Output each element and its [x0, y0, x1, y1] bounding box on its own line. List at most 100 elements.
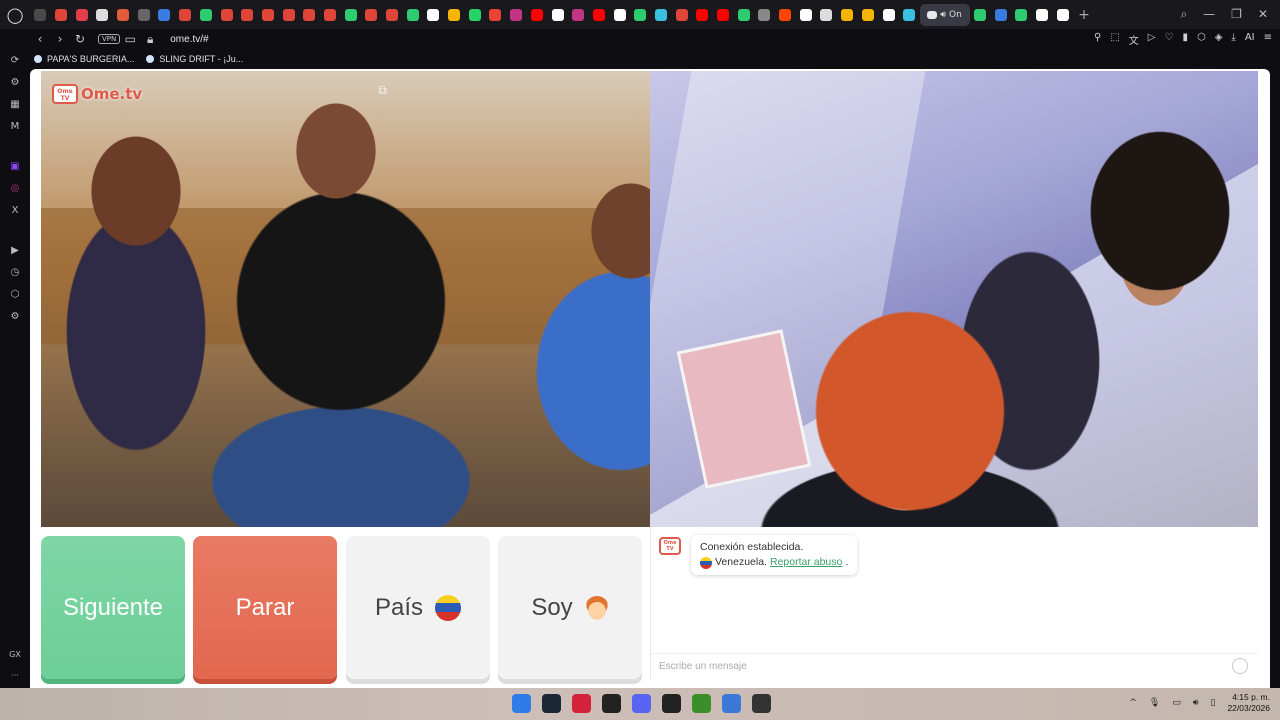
minecraft-icon[interactable]	[692, 694, 711, 713]
tab-icon-47[interactable]	[1032, 4, 1053, 26]
emoji-icon[interactable]	[1232, 658, 1248, 674]
tab-icon-11[interactable]	[237, 4, 258, 26]
tab-icon-38[interactable]	[795, 4, 816, 26]
tab-search-icon[interactable]: ⌕	[1180, 7, 1187, 22]
tab-icon-45[interactable]	[990, 4, 1011, 26]
steam-icon[interactable]	[542, 694, 561, 713]
more-icon[interactable]: ···	[11, 671, 19, 680]
camera-icon[interactable]: ▭	[120, 32, 140, 46]
tab-icon-1[interactable]	[30, 4, 51, 26]
download-icon[interactable]: ⤓	[1231, 32, 1235, 47]
app-icon-2[interactable]	[722, 694, 741, 713]
cube-icon[interactable]: ◈	[1215, 32, 1223, 47]
tab-icon-20[interactable]	[423, 4, 444, 26]
tab-icon-36[interactable]	[754, 4, 775, 26]
tab-icon-41[interactable]	[858, 4, 879, 26]
pin-icon[interactable]: ⚲	[1094, 32, 1101, 47]
tab-icon-3[interactable]	[71, 4, 92, 26]
tab-icon-2[interactable]	[51, 4, 72, 26]
tab-icon-33[interactable]	[692, 4, 713, 26]
tab-icon-18[interactable]	[382, 4, 403, 26]
extensions-icon[interactable]: ⬡	[1197, 32, 1206, 47]
snapshot-icon[interactable]: ⬚	[1110, 32, 1119, 47]
back-button[interactable]: ‹	[30, 32, 50, 46]
ome-tv-logo[interactable]: Ome TV Ome.tv	[52, 84, 142, 104]
messenger-icon[interactable]: M	[8, 120, 22, 132]
tab-icon-27[interactable]	[568, 4, 589, 26]
extensions-icon[interactable]: ⬡	[8, 288, 22, 300]
epic-games-icon[interactable]	[602, 694, 621, 713]
tab-icon-12[interactable]	[258, 4, 279, 26]
message-input[interactable]: Escribe un mensaje	[651, 653, 1258, 679]
tab-icon-24[interactable]	[506, 4, 527, 26]
tab-icon-13[interactable]	[278, 4, 299, 26]
windows-start-icon[interactable]	[512, 694, 531, 713]
tab-icon-39[interactable]	[816, 4, 837, 26]
gx-corner-icon[interactable]: ▦	[8, 98, 22, 110]
gx-control-icon[interactable]: ⚙	[8, 76, 22, 88]
active-tab[interactable]: 🔊︎ On	[919, 3, 970, 26]
minimize-button[interactable]: —	[1203, 7, 1215, 22]
wallet-icon[interactable]: ▮	[1182, 32, 1188, 47]
aria-ai-button[interactable]: AI	[1245, 32, 1255, 47]
x-twitter-icon[interactable]: X	[8, 204, 22, 216]
next-button[interactable]: Siguiente	[41, 536, 185, 679]
network-icon[interactable]: ▭	[1172, 698, 1181, 708]
clock[interactable]: 4:15 p. m. 22/03/2026	[1227, 692, 1270, 714]
tab-icon-19[interactable]	[402, 4, 423, 26]
tab-icon-25[interactable]	[527, 4, 548, 26]
tab-icon-35[interactable]	[733, 4, 754, 26]
translate-icon[interactable]: 文	[1129, 32, 1139, 47]
reload-button[interactable]: ↻	[70, 32, 90, 46]
tab-icon-23[interactable]	[485, 4, 506, 26]
forward-button[interactable]: ›	[50, 32, 70, 46]
app-icon[interactable]	[662, 694, 681, 713]
tab-icon-29[interactable]	[609, 4, 630, 26]
battery-icon[interactable]: ▯	[1211, 698, 1216, 708]
tab-icon-32[interactable]	[671, 4, 692, 26]
tab-icon-8[interactable]	[175, 4, 196, 26]
vpn-badge[interactable]: VPN	[98, 34, 121, 44]
gender-button[interactable]: Soy	[498, 536, 642, 679]
tab-icon-6[interactable]	[133, 4, 154, 26]
tab-icon-42[interactable]	[878, 4, 899, 26]
tab-icon-17[interactable]	[361, 4, 382, 26]
tab-icon-28[interactable]	[589, 4, 610, 26]
instagram-icon[interactable]: ◎	[8, 182, 22, 194]
tab-icon-22[interactable]	[464, 4, 485, 26]
tab-icon-31[interactable]	[651, 4, 672, 26]
play-icon[interactable]: ▷	[1148, 32, 1156, 47]
tab-icon-37[interactable]	[775, 4, 796, 26]
tab-icon-46[interactable]	[1011, 4, 1032, 26]
opera-gx-icon[interactable]	[572, 694, 591, 713]
speed-dial-icon[interactable]: ⟳	[8, 54, 22, 66]
heart-icon[interactable]: ♡	[1164, 32, 1173, 47]
stop-button[interactable]: Parar	[193, 536, 337, 679]
gx-label[interactable]: GX	[9, 650, 21, 659]
tab-icon-44[interactable]	[970, 4, 991, 26]
volume-icon[interactable]: 🔊︎	[1193, 698, 1199, 708]
lock-icon[interactable]: 🔒︎	[140, 32, 160, 47]
tab-icon-7[interactable]	[154, 4, 175, 26]
menu-icon[interactable]: ≡	[1264, 32, 1272, 47]
tab-icon-16[interactable]	[340, 4, 361, 26]
close-button[interactable]: ✕	[1258, 7, 1268, 22]
opera-gx-menu-icon[interactable]: ◯	[0, 0, 30, 29]
tab-icon-26[interactable]	[547, 4, 568, 26]
app-icon-3[interactable]	[752, 694, 771, 713]
report-abuse-link[interactable]: Reportar abuso	[770, 555, 842, 570]
settings-icon[interactable]: ⚙	[8, 310, 22, 322]
url-field[interactable]: ome.tv/#	[170, 34, 208, 45]
tab-icon-40[interactable]	[837, 4, 858, 26]
tab-icon-14[interactable]	[299, 4, 320, 26]
tab-icon-30[interactable]	[630, 4, 651, 26]
player-icon[interactable]: ▶	[8, 244, 22, 256]
tab-icon-4[interactable]	[92, 4, 113, 26]
history-icon[interactable]: ◷	[8, 266, 22, 278]
restore-button[interactable]: ❐	[1231, 7, 1242, 22]
tab-icon-9[interactable]	[196, 4, 217, 26]
tab-icon-10[interactable]	[216, 4, 237, 26]
discord-icon[interactable]	[632, 694, 651, 713]
bookmark-papas-burgeria[interactable]: PAPA'S BURGERIA...	[34, 54, 134, 64]
twitch-icon[interactable]: ▣	[8, 160, 22, 172]
